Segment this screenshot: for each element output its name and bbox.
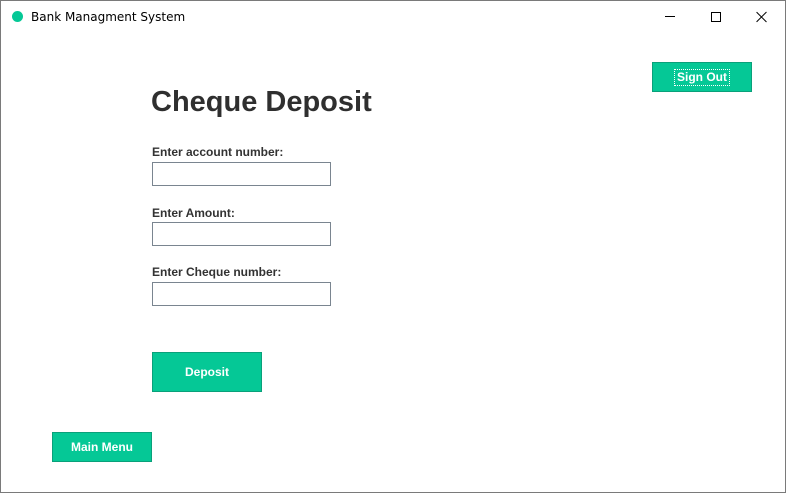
- maximize-icon: [711, 11, 721, 22]
- deposit-button[interactable]: Deposit: [152, 352, 262, 392]
- close-button[interactable]: [739, 1, 785, 32]
- deposit-label: Deposit: [184, 365, 229, 379]
- sign-out-button[interactable]: Sign Out: [652, 62, 752, 92]
- close-icon: [756, 11, 768, 23]
- maximize-button[interactable]: [693, 1, 739, 32]
- main-menu-label: Main Menu: [71, 440, 133, 454]
- sign-out-label: Sign Out: [674, 68, 730, 86]
- app-window: Bank Managment System Sign Out Cheque De…: [0, 0, 786, 493]
- cheque-number-input[interactable]: [152, 282, 331, 306]
- app-dot-icon: [12, 11, 23, 22]
- minimize-icon: [665, 16, 675, 17]
- amount-label: Enter Amount:: [152, 206, 235, 220]
- cheque-number-label: Enter Cheque number:: [152, 265, 282, 279]
- window-title: Bank Managment System: [31, 10, 186, 24]
- minimize-button[interactable]: [647, 1, 693, 32]
- amount-input[interactable]: [152, 222, 331, 246]
- title-bar[interactable]: Bank Managment System: [1, 1, 785, 32]
- main-menu-button[interactable]: Main Menu: [52, 432, 152, 462]
- account-number-label: Enter account number:: [152, 145, 284, 159]
- account-number-input[interactable]: [152, 162, 331, 186]
- page-title: Cheque Deposit: [151, 86, 372, 118]
